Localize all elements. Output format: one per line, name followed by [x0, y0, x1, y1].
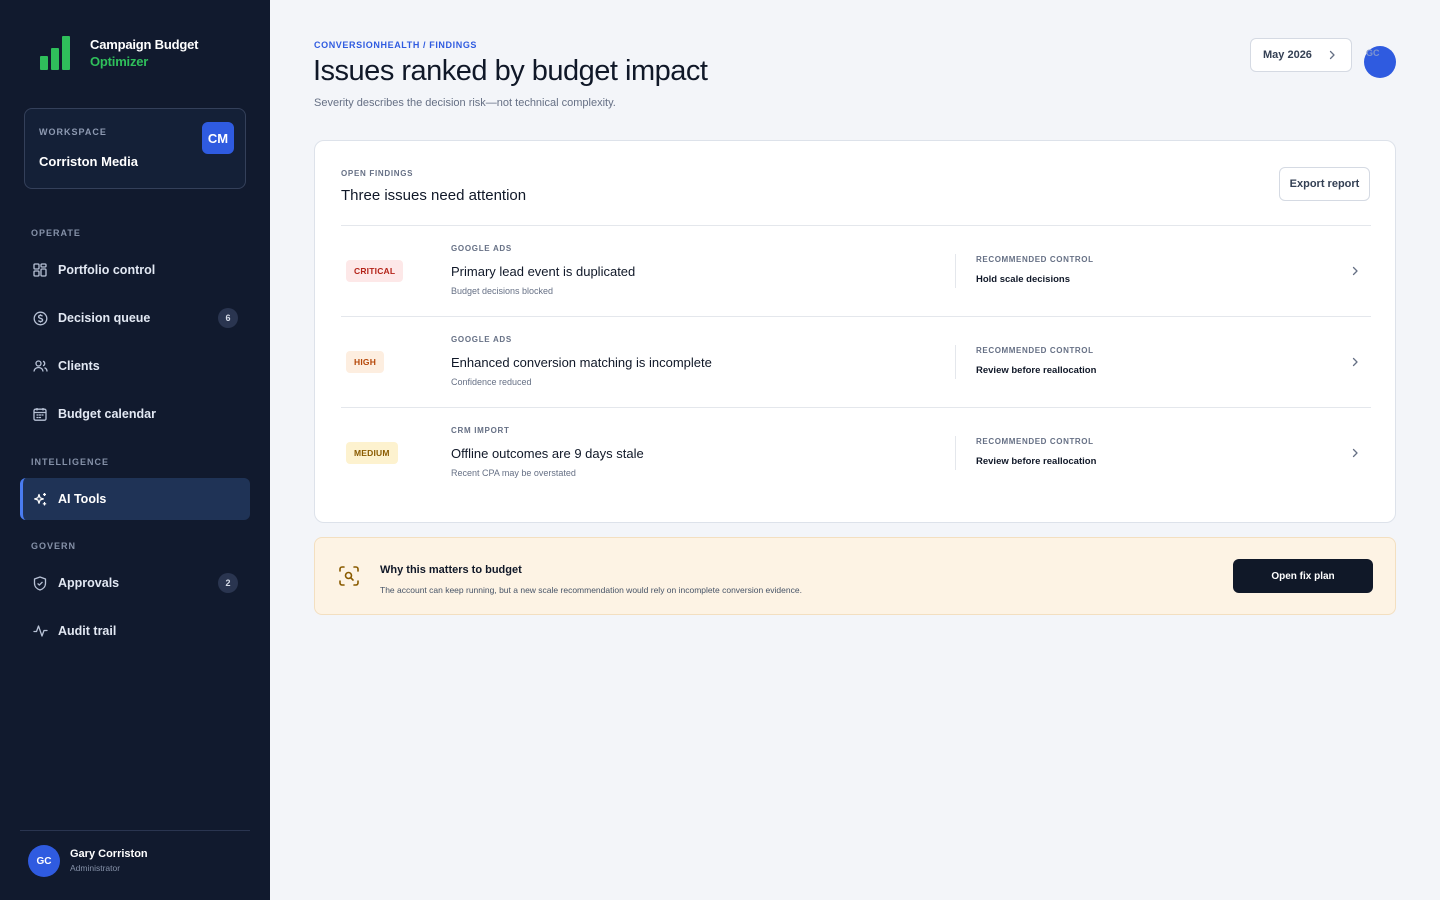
- open-fix-plan-button[interactable]: Open fix plan: [1233, 559, 1373, 593]
- sidebar-item-label: AI Tools: [58, 492, 107, 506]
- section-label-intelligence: INTELLIGENCE: [31, 457, 110, 467]
- sidebar-item-label: Clients: [58, 359, 100, 373]
- section-label-govern: GOVERN: [31, 541, 77, 551]
- chevron-right-icon: [1329, 50, 1335, 60]
- finding-source: CRM IMPORT: [451, 426, 510, 435]
- chevron-right-icon: [1352, 266, 1358, 276]
- grid-icon: [32, 262, 48, 278]
- sidebar-item-approvals[interactable]: Approvals 2: [20, 562, 250, 604]
- sidebar-item-ai-tools[interactable]: AI Tools: [20, 478, 250, 520]
- budget-impact-callout: Why this matters to budget The account c…: [314, 537, 1396, 615]
- count-badge: 6: [218, 308, 238, 328]
- severity-badge: HIGH: [346, 351, 385, 373]
- divider: [955, 345, 956, 379]
- brand[interactable]: Campaign Budget Optimizer: [38, 36, 198, 70]
- control-label: RECOMMENDED CONTROL: [976, 255, 1094, 264]
- section-label-operate: OPERATE: [31, 228, 81, 238]
- user-name: Gary Corriston: [70, 848, 148, 860]
- activity-icon: [32, 623, 48, 639]
- page-title: Issues ranked by budget impact: [313, 55, 708, 87]
- shield-check-icon: [32, 575, 48, 591]
- finding-title: Primary lead event is duplicated: [451, 264, 636, 279]
- divider: [955, 436, 956, 470]
- sidebar: Campaign Budget Optimizer WORKSPACE Corr…: [0, 0, 270, 900]
- workspace-switcher[interactable]: WORKSPACE Corriston Media CM: [24, 108, 246, 189]
- finding-title: Offline outcomes are 9 days stale: [451, 446, 644, 461]
- app-name-sub: Optimizer: [90, 54, 149, 69]
- callout-body: The account can keep running, but a new …: [380, 585, 802, 595]
- finding-row[interactable]: HIGH GOOGLE ADS Enhanced conversion matc…: [341, 316, 1371, 407]
- workspace-badge: CM: [202, 122, 234, 154]
- divider: [955, 254, 956, 288]
- scan-search-icon: [339, 566, 359, 586]
- sidebar-item-label: Audit trail: [58, 624, 117, 638]
- avatar-initials: GC: [1366, 48, 1380, 58]
- callout-title: Why this matters to budget: [380, 564, 522, 576]
- user-role: Administrator: [70, 863, 121, 873]
- finding-source: GOOGLE ADS: [451, 244, 512, 253]
- dollar-circle-icon: [32, 310, 48, 326]
- divider: [20, 830, 250, 831]
- chevron-right-icon: [1352, 357, 1358, 367]
- finding-source: GOOGLE ADS: [451, 335, 512, 344]
- finding-title: Enhanced conversion matching is incomple…: [451, 355, 712, 370]
- sidebar-item-label: Approvals: [58, 576, 120, 590]
- finding-impact: Budget decisions blocked: [451, 286, 554, 296]
- finding-impact: Recent CPA may be overstated: [451, 468, 576, 478]
- control-value: Hold scale decisions: [976, 274, 1070, 285]
- chevron-right-icon: [1352, 448, 1358, 458]
- users-icon: [32, 358, 48, 374]
- sidebar-item-budget-calendar[interactable]: Budget calendar: [20, 393, 250, 435]
- sidebar-item-label: Portfolio control: [58, 263, 156, 277]
- control-value: Review before reallocation: [976, 365, 1097, 376]
- app-name: Campaign Budget: [90, 37, 199, 52]
- breadcrumb[interactable]: CONVERSIONHEALTH / FINDINGS: [314, 40, 477, 50]
- user-profile[interactable]: GC Gary Corriston Administrator: [28, 845, 148, 877]
- sidebar-item-decision-queue[interactable]: Decision queue 6: [20, 297, 250, 339]
- severity-badge: CRITICAL: [346, 260, 404, 282]
- sidebar-item-label: Decision queue: [58, 311, 151, 325]
- period-label: May 2026: [1263, 49, 1312, 61]
- sparkle-icon: [32, 491, 48, 507]
- sidebar-item-audit-trail[interactable]: Audit trail: [20, 610, 250, 652]
- workspace-label: WORKSPACE: [39, 127, 107, 137]
- finding-row[interactable]: CRITICAL GOOGLE ADS Primary lead event i…: [341, 225, 1371, 316]
- severity-badge: MEDIUM: [346, 442, 398, 464]
- bar-chart-logo-icon: [38, 36, 72, 70]
- sidebar-item-clients[interactable]: Clients: [20, 345, 250, 387]
- export-report-button[interactable]: Export report: [1279, 167, 1370, 201]
- findings-card: OPEN FINDINGS Three issues need attentio…: [314, 140, 1396, 523]
- finding-row[interactable]: MEDIUM CRM IMPORT Offline outcomes are 9…: [341, 407, 1371, 498]
- calendar-icon: [32, 406, 48, 422]
- count-badge: 2: [218, 573, 238, 593]
- control-label: RECOMMENDED CONTROL: [976, 437, 1094, 446]
- avatar[interactable]: GC: [1364, 46, 1396, 78]
- finding-impact: Confidence reduced: [451, 377, 532, 387]
- card-title: Three issues need attention: [341, 187, 527, 204]
- workspace-name: Corriston Media: [39, 154, 138, 169]
- sidebar-item-label: Budget calendar: [58, 407, 156, 421]
- control-value: Review before reallocation: [976, 456, 1097, 467]
- period-selector-button[interactable]: May 2026: [1250, 38, 1352, 72]
- sidebar-item-portfolio-control[interactable]: Portfolio control: [20, 249, 250, 291]
- page-subtitle: Severity describes the decision risk—not…: [314, 97, 616, 109]
- avatar: GC: [28, 845, 60, 877]
- control-label: RECOMMENDED CONTROL: [976, 346, 1094, 355]
- card-eyebrow: OPEN FINDINGS: [341, 169, 414, 178]
